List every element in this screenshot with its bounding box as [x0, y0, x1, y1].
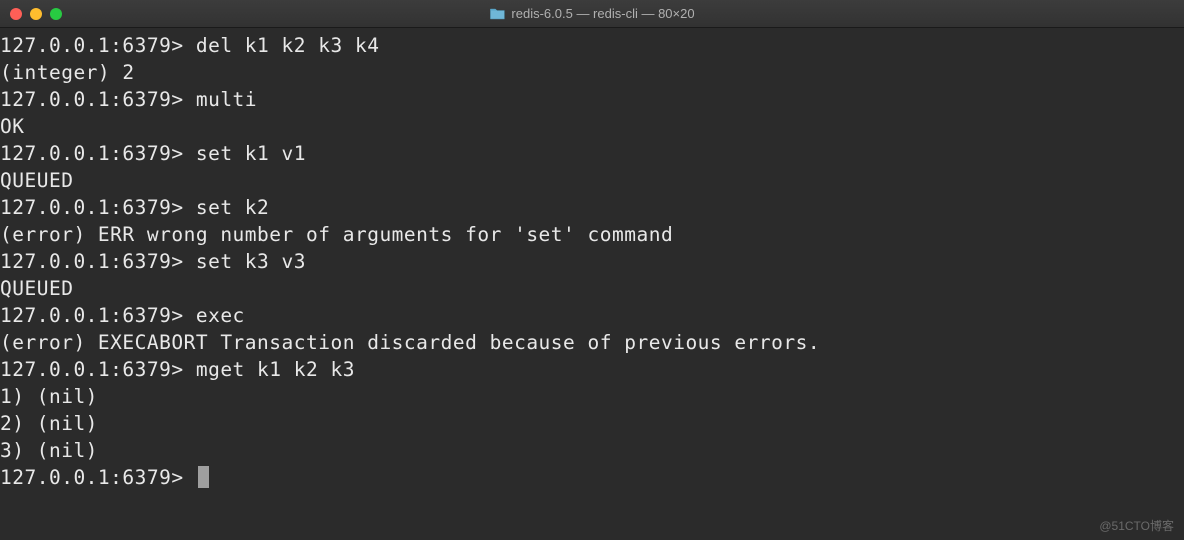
cursor [198, 466, 209, 488]
terminal-output-line: 2) (nil) [0, 410, 1184, 437]
terminal-output-line: 3) (nil) [0, 437, 1184, 464]
folder-icon [489, 7, 505, 20]
terminal-output-line: (integer) 2 [0, 59, 1184, 86]
terminal-command-line: 127.0.0.1:6379> set k2 [0, 194, 1184, 221]
terminal-command-line: 127.0.0.1:6379> exec [0, 302, 1184, 329]
terminal-command-line: 127.0.0.1:6379> [0, 464, 1184, 491]
window-title: redis-6.0.5 — redis-cli — 80×20 [489, 6, 694, 21]
minimize-icon[interactable] [30, 8, 42, 20]
terminal-output-line: OK [0, 113, 1184, 140]
terminal-output-line: (error) ERR wrong number of arguments fo… [0, 221, 1184, 248]
terminal-command-line: 127.0.0.1:6379> set k1 v1 [0, 140, 1184, 167]
watermark: @51CTO博客 [1099, 517, 1174, 534]
close-icon[interactable] [10, 8, 22, 20]
terminal-output-line: 1) (nil) [0, 383, 1184, 410]
terminal-command-line: 127.0.0.1:6379> del k1 k2 k3 k4 [0, 32, 1184, 59]
terminal-output-line: (error) EXECABORT Transaction discarded … [0, 329, 1184, 356]
window-title-text: redis-6.0.5 — redis-cli — 80×20 [511, 6, 694, 21]
terminal-body[interactable]: 127.0.0.1:6379> del k1 k2 k3 k4(integer)… [0, 28, 1184, 491]
terminal-command-line: 127.0.0.1:6379> set k3 v3 [0, 248, 1184, 275]
terminal-command-line: 127.0.0.1:6379> multi [0, 86, 1184, 113]
maximize-icon[interactable] [50, 8, 62, 20]
titlebar: redis-6.0.5 — redis-cli — 80×20 [0, 0, 1184, 28]
terminal-command-line: 127.0.0.1:6379> mget k1 k2 k3 [0, 356, 1184, 383]
terminal-output-line: QUEUED [0, 167, 1184, 194]
terminal-output-line: QUEUED [0, 275, 1184, 302]
traffic-lights [10, 8, 62, 20]
